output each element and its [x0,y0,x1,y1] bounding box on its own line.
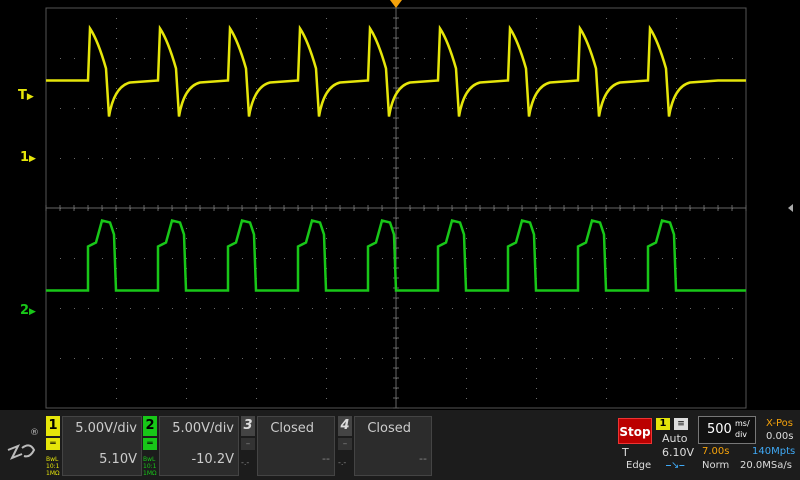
waveform-canvas [45,7,747,409]
ch2-offset: -10.2V [191,452,234,467]
dc-coupling-icon: ═ [143,438,157,450]
timebase-unit-bottom: div [735,430,748,439]
dc-coupling-icon: ═ [46,438,60,450]
acquire-mode: Norm [702,460,730,471]
ch3-settings-panel[interactable]: Closed -- [257,416,335,476]
ch3-status: Closed [270,421,314,436]
channel-4-box[interactable]: 4 – -.- Closed -- [338,416,432,476]
ch4-number[interactable]: 4 [338,416,352,436]
side-menu-toggle-icon[interactable] [788,204,793,212]
arrow-right-icon: ▶ [29,154,36,164]
ch1-offset: 5.10V [99,452,137,467]
ch4-status: Closed [367,421,411,436]
channel-3-box[interactable]: 3 – -.- Closed -- [241,416,335,476]
ch1-number[interactable]: 1 [46,416,60,436]
brand-logo: ® [4,424,42,476]
ch2-volts-per-div: 5.00V/div [172,421,234,436]
ch3-number[interactable]: 3 [241,416,255,436]
arrow-right-icon: ▶ [29,307,36,317]
trigger-source: 1 [656,418,670,430]
trigger-level: 6.10V [662,446,695,459]
trigger-level-letter: T [622,446,629,459]
trigger-type: Edge [626,460,652,471]
registered-mark: ® [30,428,39,438]
falling-edge-icon: ⎯↘⎯ [666,460,685,471]
menu-icon: ≡ [674,418,688,430]
trigger-mode: Auto [662,432,688,445]
ch4-settings-panel[interactable]: Closed -- [354,416,432,476]
memory-span: 7.00s [702,446,730,457]
xpos-value: 0.00s [766,431,794,442]
arrow-right-icon: ▶ [26,92,34,102]
ch3-offset: -- [322,452,330,465]
trigger-panel[interactable]: 1 ≡ Auto T 6.10V Edge ⎯↘⎯ [622,416,696,476]
timebase-value: 500 [707,422,732,437]
trigger-marker-label: T [18,88,27,103]
xpos-label: X-Pos [766,418,793,429]
ch1-marker-label: 1 [20,150,30,165]
timebase-panel[interactable]: 500 ms/ div X-Pos 0.00s 7.00s 140Mpts No… [698,416,798,476]
memory-depth: 140Mpts [752,446,796,457]
ch3-probe-info: -.- [241,458,250,467]
ch1-offset-marker[interactable]: 1▶ [20,150,36,165]
channel-2-box[interactable]: 2 ═ BwL 10:1 1MΩ 5.00V/div -10.2V [143,416,239,477]
waveform-display[interactable]: T▶ 1▶ 2▶ [0,0,800,410]
ch2-offset-marker[interactable]: 2▶ [20,303,36,318]
run-stop-button[interactable]: Stop [618,418,652,444]
trigger-position-icon[interactable] [390,0,402,8]
minus-icon: – [338,438,352,450]
ch4-probe-info: -.- [338,458,347,467]
minus-icon: – [241,438,255,450]
ch4-offset: -- [419,452,427,465]
timebase-unit-top: ms/ [735,419,750,428]
channel-1-box[interactable]: 1 ═ BwL 10:1 1MΩ 5.00V/div 5.10V [46,416,142,477]
sample-rate: 20.0MSa/s [740,460,792,471]
timebase-box[interactable]: 500 ms/ div [698,416,756,444]
ch2-marker-label: 2 [20,303,30,318]
ch2-settings-panel[interactable]: 5.00V/div -10.2V [159,416,239,476]
trigger-level-marker[interactable]: T▶ [18,88,34,103]
ch1-volts-per-div: 5.00V/div [75,421,137,436]
ch1-settings-panel[interactable]: 5.00V/div 5.10V [62,416,142,476]
ch2-number[interactable]: 2 [143,416,157,436]
